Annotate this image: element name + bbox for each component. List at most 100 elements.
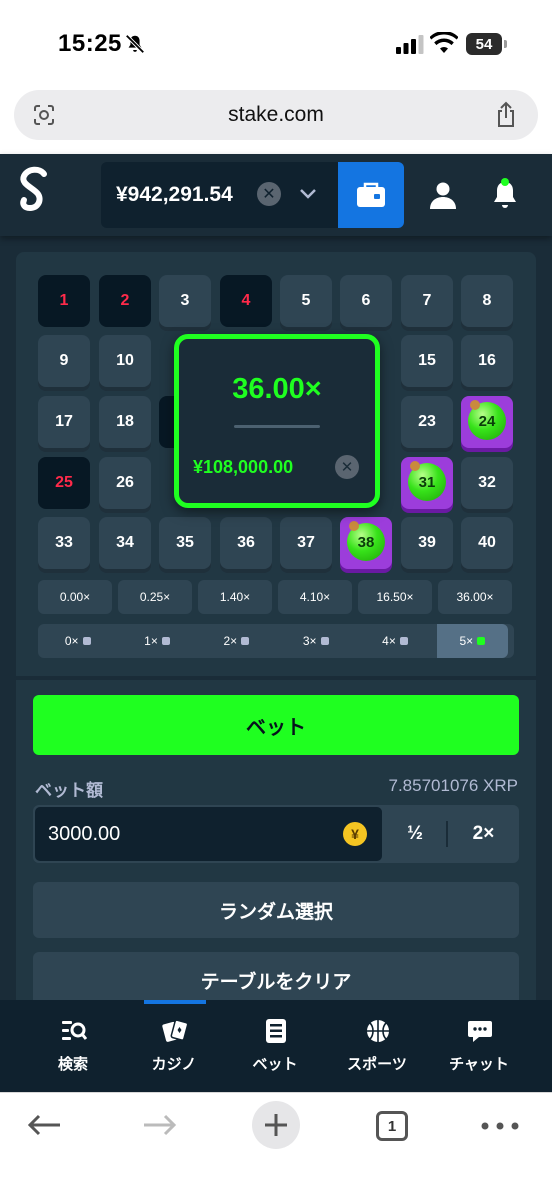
keno-tile[interactable]: 17 xyxy=(38,396,90,448)
bet-amount-input[interactable] xyxy=(35,807,382,861)
keno-tile[interactable]: 25 xyxy=(38,457,90,509)
nav-item-chat[interactable]: チャット xyxy=(429,1018,529,1078)
gem-indicator-icon xyxy=(477,637,486,645)
keno-tile[interactable]: 32 xyxy=(461,457,513,509)
back-arrow-icon[interactable] xyxy=(26,1113,62,1137)
half-bet-button[interactable]: ½ xyxy=(384,805,446,863)
keno-tile[interactable]: 26 xyxy=(99,457,151,509)
keno-tile[interactable]: 34 xyxy=(99,517,151,569)
keno-tile[interactable]: 38 xyxy=(340,517,392,569)
status-time: 15:25 xyxy=(58,30,122,57)
keno-tile[interactable]: 37 xyxy=(280,517,332,569)
bets-list-icon xyxy=(266,1019,286,1043)
notification-bell-icon[interactable] xyxy=(490,178,520,210)
random-pick-button[interactable]: ランダム選択 xyxy=(33,882,519,938)
bet-button[interactable]: ベット xyxy=(33,695,519,755)
nav-item-search[interactable]: 検索 xyxy=(23,1018,123,1078)
gem-icon: 24 xyxy=(468,400,506,440)
keno-tile[interactable]: 35 xyxy=(159,517,211,569)
nav-item-sports[interactable]: スポーツ xyxy=(327,1018,427,1078)
hits-label: 3× xyxy=(302,634,317,648)
keno-tile[interactable]: 36 xyxy=(220,517,272,569)
nav-item-casino[interactable]: カジノ xyxy=(124,1018,224,1078)
keno-tile[interactable]: 1 xyxy=(38,275,90,327)
payout-multiplier: 36.00× xyxy=(438,580,512,614)
hits-option: 0× xyxy=(38,624,117,658)
keno-tile[interactable]: 4 xyxy=(220,275,272,327)
tile-number: 38 xyxy=(357,533,375,551)
hits-option: 3× xyxy=(276,624,355,658)
status-bar: 15:25 54 xyxy=(0,0,552,88)
url-bar[interactable]: stake.com xyxy=(14,90,538,140)
balance-value: ¥942,291.54 xyxy=(116,183,233,206)
search-icon xyxy=(62,1021,87,1040)
keno-tile[interactable]: 9 xyxy=(38,335,90,387)
stake-logo-icon[interactable] xyxy=(14,164,54,224)
xrp-icon: ✕ xyxy=(335,455,359,479)
bell-off-icon xyxy=(125,34,145,54)
hits-label: 0× xyxy=(64,634,79,648)
gem-indicator-icon xyxy=(320,637,329,645)
keno-tile[interactable]: 7 xyxy=(401,275,453,327)
payout-multiplier: 0.25× xyxy=(118,580,192,614)
keno-tile[interactable]: 40 xyxy=(461,517,513,569)
tab-count-button[interactable]: 1 xyxy=(376,1111,408,1141)
payout-multiplier: 1.40× xyxy=(198,580,272,614)
keno-tile[interactable]: 23 xyxy=(401,396,453,448)
keno-tile[interactable]: 8 xyxy=(461,275,513,327)
hits-option: 4× xyxy=(355,624,434,658)
wifi-icon xyxy=(430,32,458,53)
tile-number: 31 xyxy=(418,473,436,491)
bottom-nav: 検索 カジノ ベット スポーツ チャット xyxy=(0,1000,552,1092)
hits-label: 5× xyxy=(459,634,474,648)
keno-tile[interactable]: 33 xyxy=(38,517,90,569)
nav-label: チャット xyxy=(449,1056,509,1073)
keno-tile[interactable]: 31 xyxy=(401,457,453,509)
keno-tile[interactable]: 15 xyxy=(401,335,453,387)
gem-indicator-icon xyxy=(399,637,408,645)
nav-item-bets[interactable]: ベット xyxy=(225,1018,325,1078)
double-bet-button[interactable]: 2× xyxy=(448,805,519,863)
share-icon[interactable] xyxy=(494,101,518,129)
keno-tile[interactable]: 5 xyxy=(280,275,332,327)
payout-multiplier: 4.10× xyxy=(278,580,352,614)
hits-label: 1× xyxy=(144,634,158,648)
cell-signal-icon xyxy=(396,35,424,54)
user-icon[interactable] xyxy=(428,180,458,210)
win-divider xyxy=(234,425,320,428)
keno-tile[interactable]: 6 xyxy=(340,275,392,327)
keno-tile[interactable]: 39 xyxy=(401,517,453,569)
keno-tile[interactable]: 3 xyxy=(159,275,211,327)
browser-toolbar: 1 xyxy=(0,1092,552,1200)
battery-indicator: 54 xyxy=(466,33,507,55)
win-amount: ¥108,000.00 xyxy=(193,457,294,477)
nav-label: スポーツ xyxy=(347,1056,407,1073)
keno-tile[interactable]: 24 xyxy=(461,396,513,448)
chevron-down-icon xyxy=(300,189,316,199)
win-popup: 36.00× ¥108,000.00 ✕ xyxy=(174,334,380,508)
nav-label: カジノ xyxy=(151,1056,197,1073)
gem-marker xyxy=(349,521,359,531)
gem-indicator-icon xyxy=(161,637,170,645)
url-text[interactable]: stake.com xyxy=(14,103,538,127)
keno-tile[interactable]: 18 xyxy=(99,396,151,448)
new-tab-button[interactable] xyxy=(252,1101,300,1149)
keno-tile[interactable]: 16 xyxy=(461,335,513,387)
hits-option: 2× xyxy=(197,624,276,658)
more-icon[interactable] xyxy=(480,1121,520,1131)
chat-icon xyxy=(468,1021,492,1042)
gem-marker xyxy=(470,400,480,410)
nav-active-indicator xyxy=(144,1000,206,1004)
tile-number: 24 xyxy=(478,412,496,430)
gem-icon: 38 xyxy=(347,521,385,561)
hits-option: 5× xyxy=(436,624,508,658)
keno-tile[interactable]: 2 xyxy=(99,275,151,327)
wallet-button[interactable] xyxy=(338,162,404,228)
keno-tile[interactable]: 10 xyxy=(99,335,151,387)
yen-coin-icon: ¥ xyxy=(343,822,367,846)
casino-cards-icon xyxy=(162,1019,188,1042)
forward-arrow-icon[interactable] xyxy=(142,1113,178,1137)
balance-selector[interactable]: ¥942,291.54 ✕ xyxy=(101,162,338,228)
bet-amount-group: ¥ ½ 2× xyxy=(33,805,519,863)
site-header: ¥942,291.54 ✕ xyxy=(0,154,552,236)
